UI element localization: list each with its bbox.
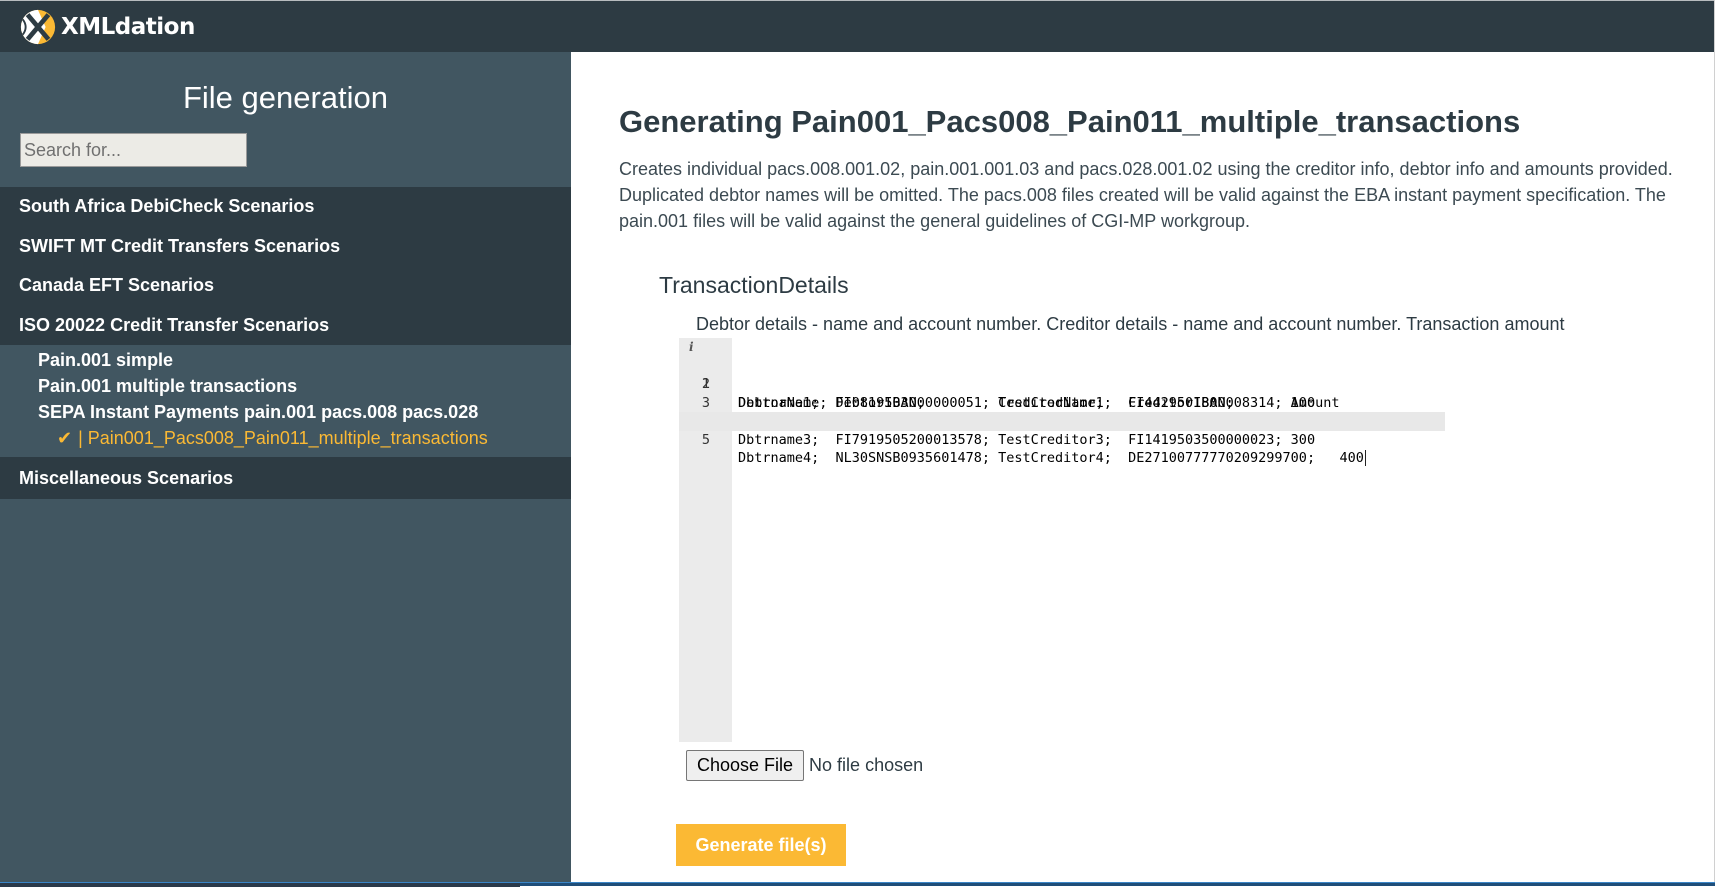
line-text: Dbtrname4; NL30SNSB0935601478; TestCredi…: [738, 449, 1366, 468]
editor-line[interactable]: 3 Dbtrname2; NL81ABNA0489189114; TestCre…: [679, 375, 1445, 430]
file-status: No file chosen: [809, 755, 924, 775]
category-iso20022-credit-transfer[interactable]: ISO 20022 Credit Transfer Scenarios: [0, 305, 571, 345]
subitem-pain001-simple[interactable]: Pain.001 simple: [0, 347, 571, 373]
taskbar-segment: [0, 883, 520, 887]
category-swift-mt-credit-transfers[interactable]: SWIFT MT Credit Transfers Scenarios: [0, 226, 571, 266]
active-scenario-label: | Pain001_Pacs008_Pain011_multiple_trans…: [78, 428, 488, 448]
subitem-sepa-instant[interactable]: SEPA Instant Payments pain.001 pacs.008 …: [0, 399, 571, 425]
scenario-description: Creates individual pacs.008.001.02, pain…: [619, 159, 1673, 231]
editor-line[interactable]: 4 Dbtrname3; FI7919505200013578; TestCre…: [679, 394, 1445, 448]
editor-line[interactable]: 2 Dbtrname1; FI0819503000000051; TestCre…: [679, 357, 1445, 411]
sidebar-title: File generation: [182, 80, 389, 115]
line-text-content: Dbtrname4; NL30SNSB0935601478; TestCredi…: [738, 450, 1364, 466]
generate-files-button[interactable]: Generate file(s): [676, 824, 846, 866]
subitem-pain001-multiple[interactable]: Pain.001 multiple transactions: [0, 373, 571, 399]
main-content: Generating Pain001_Pacs008_Pain011_multi…: [571, 52, 1714, 882]
search-input[interactable]: [20, 133, 247, 167]
text-cursor: [1364, 450, 1366, 466]
sidebar: File generation South Africa DebiCheck S…: [0, 52, 571, 882]
transaction-details-editor[interactable]: i 1 DebtorName; DebtorIBAN; CreditorName…: [679, 338, 1679, 742]
editor-line[interactable]: i 1 DebtorName; DebtorIBAN; CreditorName…: [679, 338, 1445, 411]
category-south-africa-debicheck[interactable]: South Africa DebiCheck Scenarios: [0, 187, 571, 227]
transaction-details-label: Debtor details - name and account number…: [696, 314, 1565, 334]
brand-name: XMLdation: [61, 14, 195, 40]
scenario-list: South Africa DebiCheck Scenarios SWIFT M…: [0, 187, 571, 499]
category-miscellaneous[interactable]: Miscellaneous Scenarios: [0, 457, 571, 499]
check-icon: ✔: [57, 428, 73, 448]
active-scenario-item[interactable]: ✔ | Pain001_Pacs008_Pain011_multiple_tra…: [0, 425, 571, 451]
logo[interactable]: XMLdation: [19, 8, 195, 46]
editor-line-active[interactable]: 5 Dbtrname4; NL30SNSB0935601478; TestCre…: [679, 412, 1445, 466]
choose-file-button[interactable]: Choose File: [686, 750, 805, 781]
line-number: 5: [701, 431, 710, 448]
section-title: TransactionDetails: [659, 272, 849, 298]
iso20022-subitems: Pain.001 simple Pain.001 multiple transa…: [0, 345, 571, 457]
info-icon[interactable]: i: [689, 338, 694, 357]
page-title: Generating Pain001_Pacs008_Pain011_multi…: [619, 104, 1521, 139]
app-header: XMLdation: [0, 1, 1714, 52]
line-text: Dbtrname3; FI7919505200013578; TestCredi…: [738, 431, 1316, 448]
category-canada-eft[interactable]: Canada EFT Scenarios: [0, 266, 571, 306]
file-upload: Choose File No file chosen: [686, 750, 923, 781]
taskbar-strip: [0, 882, 1715, 887]
xmldation-logo-icon: [20, 9, 56, 45]
